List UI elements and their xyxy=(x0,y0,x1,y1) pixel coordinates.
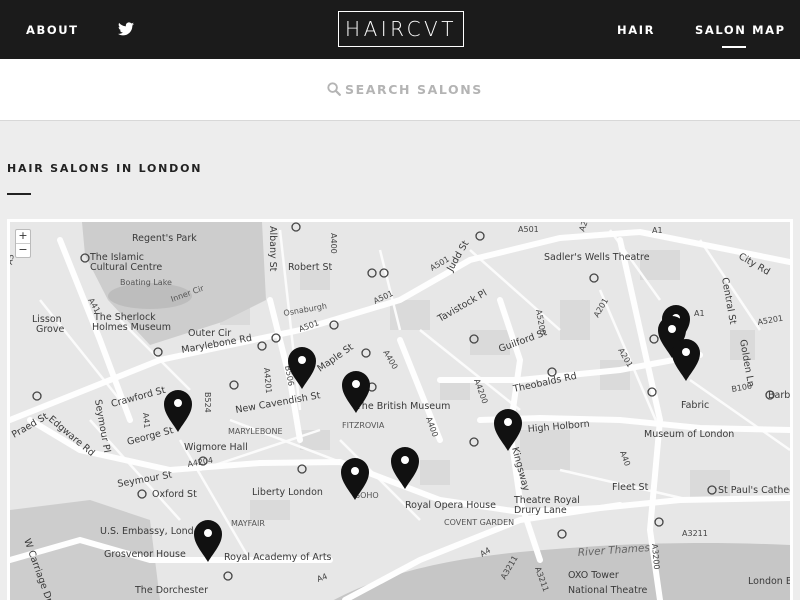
road-number-a400: A400 xyxy=(329,233,338,254)
search-bar xyxy=(0,59,800,121)
twitter-icon[interactable] xyxy=(118,22,134,36)
page-title: HAIR SALONS IN LONDON xyxy=(7,162,203,175)
map-label-royal-opera: Royal Opera House xyxy=(405,500,496,511)
map-svg: Regent's Park The Islamic Cultural Centr… xyxy=(10,222,790,600)
title-underline xyxy=(7,193,31,195)
road-number-a1: A1 xyxy=(694,309,705,318)
map-label-fleet-st: Fleet St xyxy=(612,482,649,493)
map-label-islamic-2: Cultural Centre xyxy=(90,262,162,273)
map-canvas[interactable]: + − Regent's Park The Islamic Cultural C… xyxy=(10,222,790,600)
map-label-liberty: Liberty London xyxy=(252,487,323,498)
nav-salon-map-link[interactable]: SALON MAP xyxy=(695,23,786,37)
map-label-regents-park: Regent's Park xyxy=(132,233,197,244)
map-label-st-pauls: St Paul's Cathedr xyxy=(718,485,790,496)
map-label-covent-garden: COVENT GARDEN xyxy=(444,518,514,527)
map-label-british-museum: The British Museum xyxy=(355,401,450,412)
map-label-sherlock-2: Holmes Museum xyxy=(92,322,171,333)
map-label-fabric: Fabric xyxy=(681,400,709,411)
road-number-a1: A1 xyxy=(652,226,663,235)
map-label-boating-lake: Boating Lake xyxy=(120,278,172,287)
map-label-mayfair: MAYFAIR xyxy=(231,519,265,528)
map-label-london-bridge: London Bri xyxy=(748,576,790,587)
map-label-robert-st: Robert St xyxy=(288,262,333,273)
map-label-fitzrovia: FITZROVIA xyxy=(342,421,385,430)
road-number-b524: B524 xyxy=(203,392,212,413)
nav-about-link[interactable]: ABOUT xyxy=(26,23,79,37)
map-label-national-theatre: National Theatre xyxy=(568,585,648,596)
map-label-albany-st: Albany St xyxy=(267,226,278,272)
map-label-us-embassy: U.S. Embassy, London xyxy=(100,526,206,537)
map-label-theatre-royal-2: Drury Lane xyxy=(514,505,567,516)
map-label-grosvenor: Grosvenor House xyxy=(104,549,186,560)
map-label-dorchester: The Dorchester xyxy=(134,585,208,596)
search-icon xyxy=(327,82,341,96)
map-label-sadlers: Sadler's Wells Theatre xyxy=(544,252,650,263)
haircvt-logo[interactable]: HAIRCVT xyxy=(338,11,464,47)
road-number-a41: A41 xyxy=(141,412,151,428)
nav-hair-link[interactable]: HAIR xyxy=(617,23,655,37)
salon-map[interactable]: + − Regent's Park The Islamic Cultural C… xyxy=(7,219,793,600)
search-salons-input[interactable] xyxy=(345,79,545,99)
map-label-wigmore-hall: Wigmore Hall xyxy=(184,442,248,453)
zoom-control: + − xyxy=(15,229,31,258)
active-tab-underline xyxy=(722,46,746,48)
zoom-in-button[interactable]: + xyxy=(16,230,30,243)
zoom-out-button[interactable]: − xyxy=(16,243,30,257)
map-label-royal-academy: Royal Academy of Arts xyxy=(224,552,332,563)
top-navigation-bar: ABOUT HAIRCVT HAIR SALON MAP xyxy=(0,0,800,59)
map-label-oxo-tower: OXO Tower xyxy=(568,570,619,581)
map-label-marylebone: MARYLEBONE xyxy=(228,427,283,436)
road-number-a3211: A3211 xyxy=(682,529,708,538)
map-label-oxford-st: Oxford St xyxy=(152,489,197,500)
map-label-lisson-2: Grove xyxy=(36,324,64,335)
map-label-museum-london: Museum of London xyxy=(644,429,734,440)
road-number-a501: A501 xyxy=(518,225,539,234)
